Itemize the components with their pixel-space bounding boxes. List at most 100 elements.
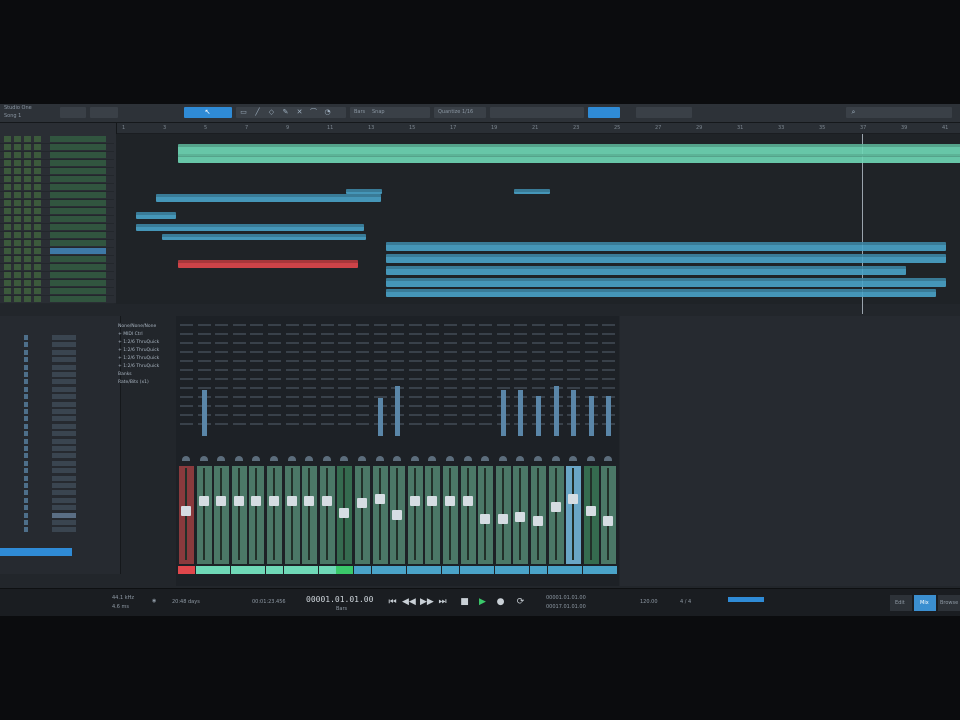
track-name[interactable] [50,280,106,286]
track-button[interactable] [34,232,41,238]
mixer-channel-row[interactable] [18,356,114,363]
track-button[interactable] [24,160,31,166]
insert-slot[interactable] [602,360,616,362]
channel-visibility-toggle[interactable] [24,357,28,363]
insert-slot[interactable] [532,342,545,344]
track-button[interactable] [14,184,21,190]
track-button[interactable] [4,296,11,302]
insert-slot[interactable] [373,333,387,335]
timeline-ruler[interactable]: 1 3 5 7 9 11 13 15 17 19 21 23 25 27 29 31 33 35 37 39 41 [116,123,960,134]
pan-knob[interactable] [604,456,613,461]
mixer-channel-row[interactable] [18,475,114,482]
audio-clip[interactable] [386,278,946,287]
channel-visibility-toggle[interactable] [24,453,28,459]
mixer-channel-row[interactable] [18,445,114,452]
audio-clip[interactable] [386,242,946,251]
insert-slot[interactable] [461,360,475,362]
insert-slot[interactable] [567,324,581,326]
insert-slot[interactable] [391,351,405,353]
insert-slot[interactable] [197,369,211,371]
channel-visibility-toggle[interactable] [24,446,28,451]
insert-slot[interactable] [532,351,545,353]
track-button[interactable] [24,232,31,238]
song-menu-button[interactable] [60,107,86,118]
channel-visibility-toggle[interactable] [24,483,28,488]
track-button[interactable] [34,248,41,254]
mixer-channel-row[interactable] [18,401,114,408]
channel-nameplate[interactable] [494,566,512,574]
insert-slot[interactable] [250,351,264,353]
insert-slot[interactable] [268,333,281,335]
insert-slot[interactable] [232,369,246,371]
signature-display[interactable]: 4 / 4 [680,599,691,605]
track-name[interactable] [50,256,106,262]
track-button[interactable] [24,272,31,278]
fader-handle[interactable] [357,498,367,508]
fader-handle[interactable] [304,496,315,506]
audio-clip[interactable] [346,189,382,194]
track-button[interactable] [34,208,41,214]
insert-slot[interactable] [391,342,405,344]
pan-knob[interactable] [182,456,190,461]
insert-slot[interactable] [250,324,264,326]
track-button[interactable] [14,256,21,262]
fader-handle[interactable] [550,502,561,512]
channel-nameplate[interactable] [406,566,424,574]
track-button[interactable] [4,216,11,222]
insert-slot[interactable] [285,369,299,371]
track-name[interactable] [50,216,106,222]
insert-slot[interactable] [197,333,211,335]
insert-slot[interactable] [338,333,352,335]
insert-slot[interactable] [232,324,246,326]
track-name[interactable] [50,136,106,142]
channel-visibility-toggle[interactable] [24,364,28,370]
insert-slot[interactable] [479,324,493,326]
insert-slot[interactable] [232,351,246,353]
insert-slot[interactable] [549,333,563,335]
track-name[interactable] [50,224,106,230]
track-name[interactable] [50,240,106,246]
send-level[interactable] [500,390,506,436]
track-button[interactable] [14,152,21,158]
channel-visibility-toggle[interactable] [24,394,28,400]
track-button[interactable] [14,200,21,206]
position-display[interactable]: 00001.01.01.00 [306,595,373,604]
insert-slot[interactable] [408,369,422,371]
insert-slot[interactable] [549,342,563,344]
insert-slot[interactable] [356,369,369,371]
insert-slot[interactable] [444,369,457,371]
insert-slot[interactable] [373,342,387,344]
insert-slot[interactable] [180,351,193,353]
insert-slot[interactable] [461,351,475,353]
track-button[interactable] [4,176,11,182]
track-button[interactable] [14,272,21,278]
track-button[interactable] [4,144,11,150]
channel-visibility-toggle[interactable] [24,416,28,422]
insert-slot[interactable] [532,360,545,362]
insert-slot[interactable] [303,360,317,362]
insert-slot[interactable] [180,360,193,362]
track-button[interactable] [14,216,21,222]
mixer-channel-row[interactable] [18,482,114,489]
track-name[interactable] [50,168,106,174]
insert-slot[interactable] [338,342,352,344]
track-name[interactable] [50,144,106,150]
fader-handle[interactable] [462,496,473,506]
pan-knob[interactable] [217,456,226,461]
mixer-channel-row[interactable] [18,415,114,422]
insert-slot[interactable] [373,369,387,371]
track-button[interactable] [24,192,31,198]
insert-slot[interactable] [584,324,598,326]
browse-view-button[interactable]: Browse [938,595,960,611]
fader-handle[interactable] [251,496,262,506]
track-button[interactable] [34,272,41,278]
audio-clip[interactable] [178,154,960,163]
channel-visibility-toggle[interactable] [24,460,28,466]
send-level[interactable] [606,396,612,436]
track-button[interactable] [34,280,41,286]
send-level[interactable] [518,390,524,436]
insert-slot[interactable] [250,333,264,335]
io-item[interactable]: Banks [118,372,132,377]
track-button[interactable] [14,136,21,142]
insert-slot[interactable] [602,369,616,371]
